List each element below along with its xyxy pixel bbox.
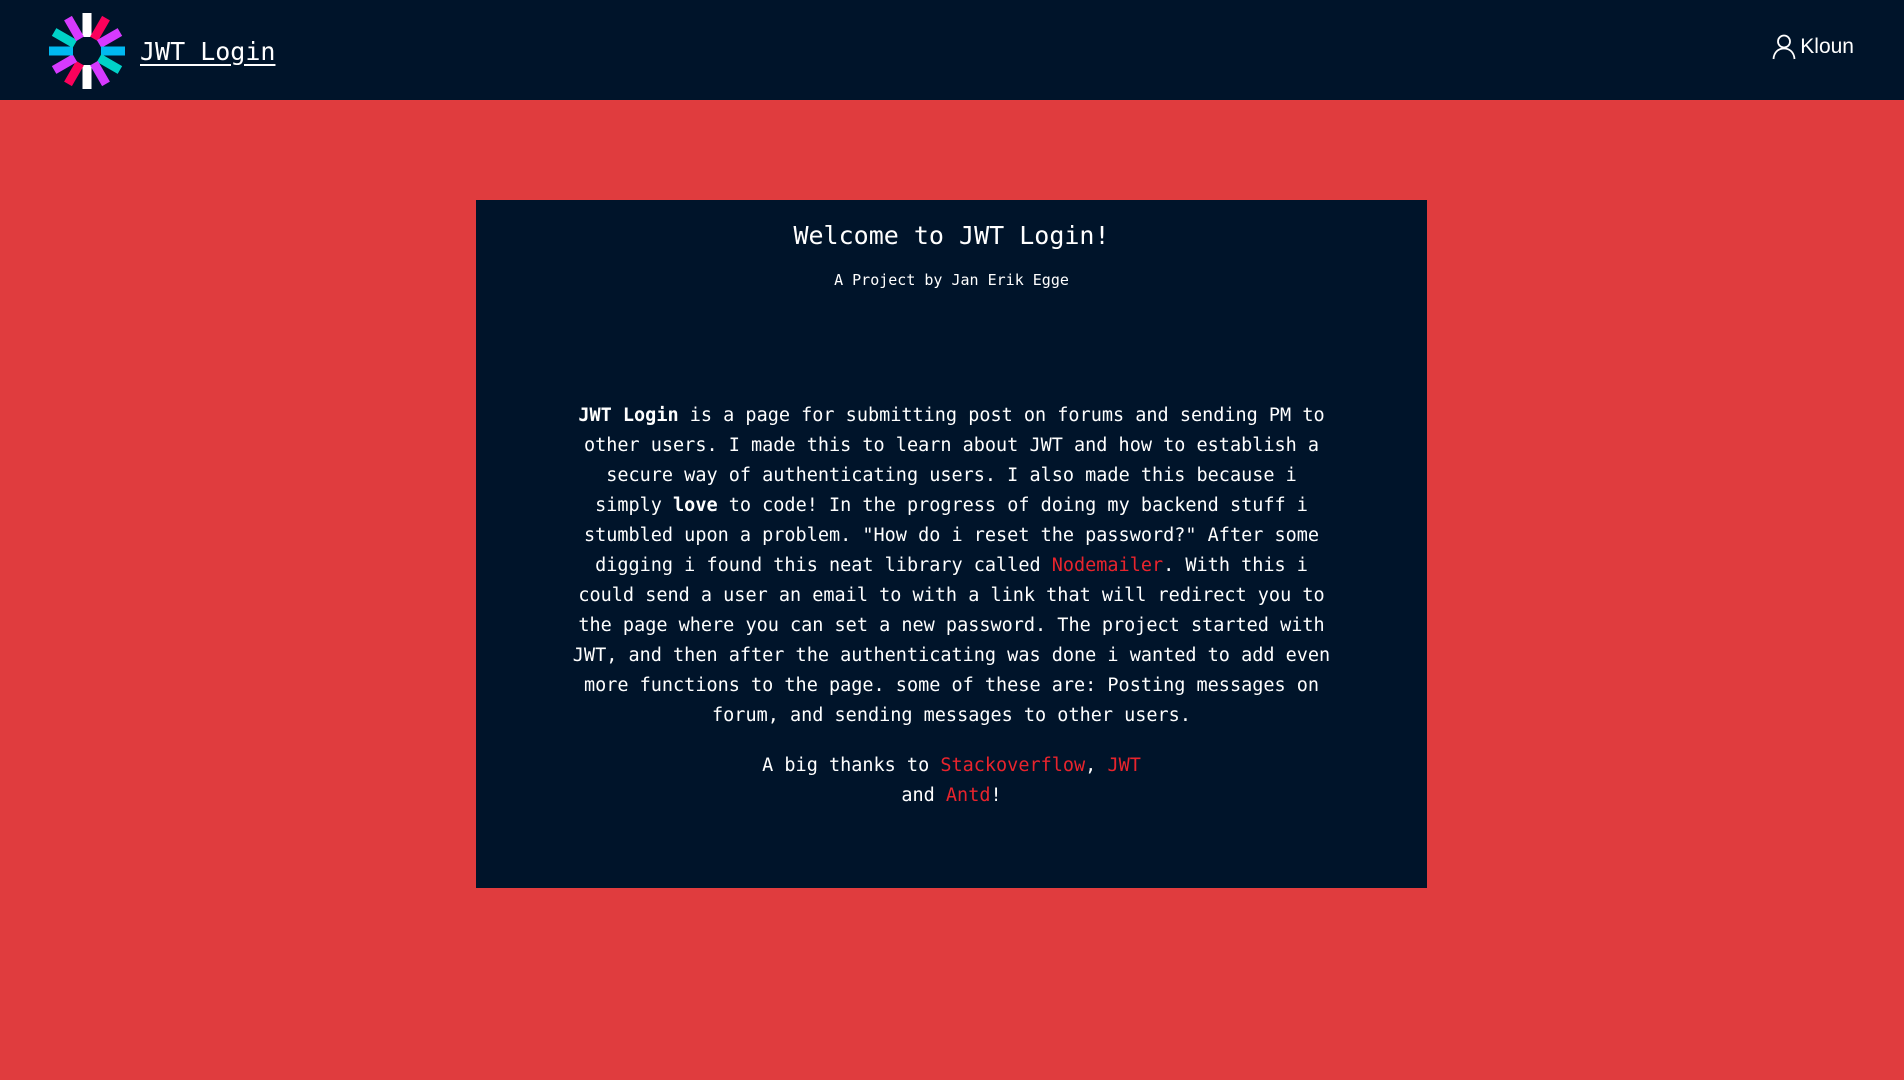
page-subtitle: A Project by Jan Erik Egge xyxy=(834,271,1069,290)
brand-title: JWT Login xyxy=(140,36,276,66)
thanks-text: , xyxy=(1085,754,1108,776)
top-navbar: JWT Login Kloun xyxy=(0,0,1904,100)
thanks-text: and xyxy=(901,784,946,806)
project-name: JWT Login xyxy=(578,404,679,426)
about-text: . With this i could send a user an email… xyxy=(572,554,1331,726)
thanks-text: ! xyxy=(990,784,1002,806)
home-link[interactable]: JWT Login xyxy=(48,12,275,90)
nodemailer-link[interactable]: Nodemailer xyxy=(1052,555,1163,576)
user-icon xyxy=(1772,34,1796,60)
about-section: JWT Login is a page for submitting post … xyxy=(572,401,1332,731)
user-menu[interactable]: Kloun xyxy=(1772,34,1854,60)
stackoverflow-link[interactable]: Stackoverflow xyxy=(940,755,1085,776)
jwt-link[interactable]: JWT xyxy=(1107,755,1140,776)
thanks-section: A big thanks to Stackoverflow, JWT and A… xyxy=(752,751,1152,811)
welcome-card: Welcome to JWT Login! A Project by Jan E… xyxy=(476,200,1427,888)
jwt-logo-icon xyxy=(49,13,125,89)
about-paragraph: JWT Login is a page for submitting post … xyxy=(572,401,1332,731)
user-name: Kloun xyxy=(1800,35,1854,58)
antd-link[interactable]: Antd xyxy=(946,785,991,806)
thanks-text: A big thanks to xyxy=(762,754,941,776)
love-emphasis: love xyxy=(673,494,718,516)
page-title: Welcome to JWT Login! xyxy=(793,221,1110,250)
